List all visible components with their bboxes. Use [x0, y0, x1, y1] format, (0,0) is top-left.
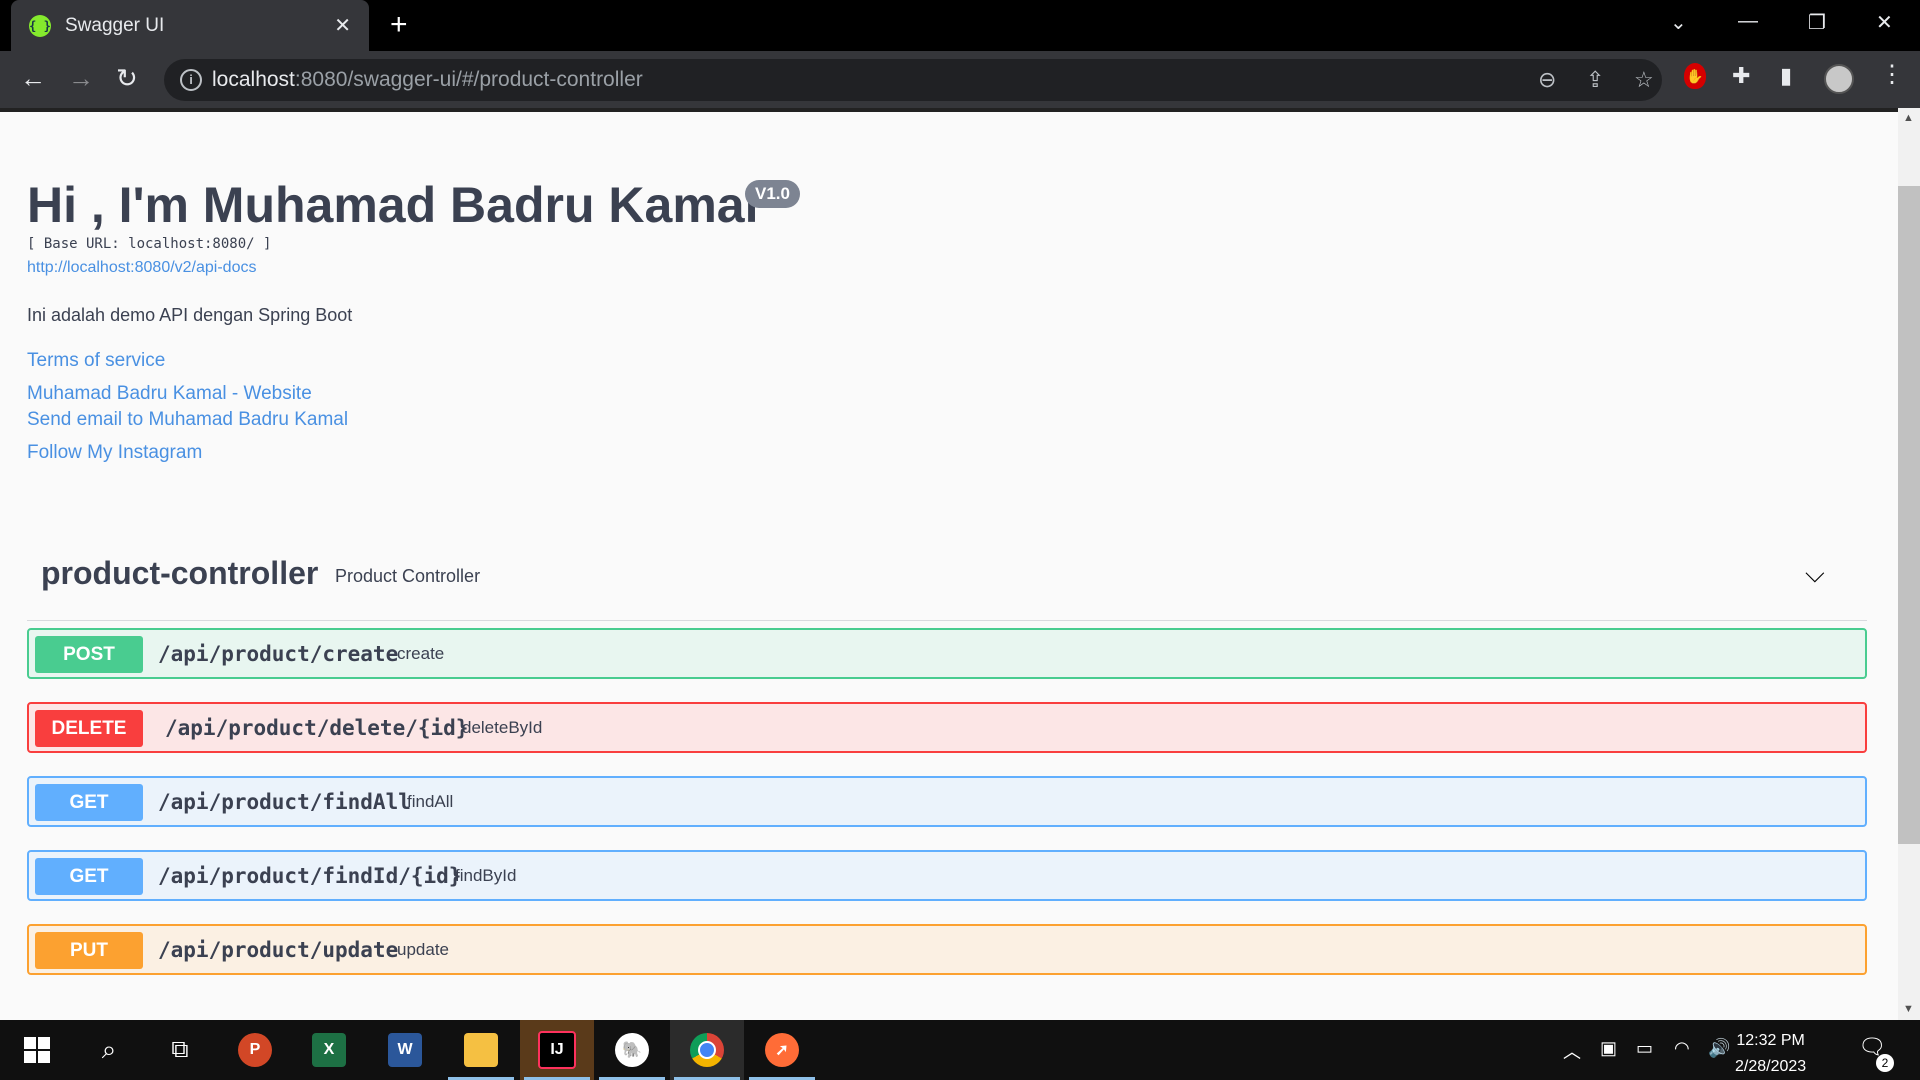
operation-summary: create	[397, 644, 445, 663]
collapse-chevron-icon[interactable]: ⌵	[1805, 558, 1825, 590]
taskbar-postman[interactable]: ➚	[745, 1020, 819, 1080]
start-button[interactable]	[0, 1020, 74, 1080]
browser-toolbar: ← → ↻ i localhost:8080/swagger-ui/#/prod…	[0, 51, 1920, 108]
folder-icon	[464, 1033, 498, 1067]
show-hidden-icons-chevron-icon[interactable]: ︿	[1563, 1038, 1581, 1064]
meet-now-icon[interactable]: ▣	[1600, 1038, 1617, 1059]
scrollbar-thumb[interactable]	[1898, 186, 1920, 844]
zoom-icon[interactable]: ⊖	[1538, 67, 1556, 93]
taskbar-word[interactable]: W	[368, 1020, 442, 1080]
instagram-link[interactable]: Follow My Instagram	[27, 442, 202, 464]
forward-arrow-icon[interactable]: →	[68, 63, 94, 94]
site-info-icon[interactable]: i	[180, 69, 202, 91]
windows-logo-icon	[24, 1037, 50, 1063]
word-icon: W	[388, 1033, 422, 1067]
windows-taskbar: ⌕ ⧉ P X W IJ 🐘 ➚ ︿ ▣ ▭ ◠ 🔊 12:32 PM 2/28…	[0, 1020, 1920, 1080]
operation-summary: deleteById	[462, 718, 543, 737]
api-docs-link[interactable]: http://localhost:8080/v2/api-docs	[27, 259, 256, 277]
url-host: localhost	[212, 68, 295, 91]
new-tab-button[interactable]: +	[390, 8, 408, 42]
website-link[interactable]: Muhamad Badru Kamal - Website	[27, 383, 312, 405]
tab-title: Swagger UI	[65, 14, 165, 36]
operation-path: /api/product/update	[158, 938, 399, 962]
search-icon[interactable]: ⌕	[72, 1020, 146, 1080]
taskbar-postgres[interactable]: 🐘	[595, 1020, 669, 1080]
chrome-icon	[690, 1033, 724, 1067]
taskbar-chrome[interactable]	[670, 1020, 744, 1080]
method-badge: GET	[35, 858, 143, 895]
controller-divider	[27, 620, 1867, 621]
reload-icon[interactable]: ↻	[116, 63, 138, 94]
side-panel-icon[interactable]: ▮	[1780, 63, 1792, 89]
swagger-topbar-edge	[0, 108, 1898, 112]
elephant-icon: 🐘	[615, 1033, 649, 1067]
postman-icon: ➚	[765, 1033, 799, 1067]
wifi-icon[interactable]: ◠	[1674, 1038, 1690, 1059]
profile-avatar[interactable]	[1824, 64, 1854, 94]
operation-get-find-by-id[interactable]: GET /api/product/findId/{id} findById	[27, 850, 1867, 901]
extensions-puzzle-icon[interactable]: ✚	[1732, 63, 1750, 89]
minimize-button[interactable]: —	[1738, 10, 1758, 33]
method-badge: DELETE	[35, 710, 143, 747]
operation-summary: findAll	[407, 792, 454, 811]
operation-summary: update	[397, 940, 449, 959]
clock-date: 2/28/2023	[1735, 1058, 1807, 1075]
tab-search-chevron-icon[interactable]: ⌄	[1670, 10, 1687, 35]
terms-of-service-link[interactable]: Terms of service	[27, 350, 165, 372]
browser-titlebar: { } Swagger UI ✕ + ⌄ — ❐ ✕	[0, 0, 1920, 51]
api-description: Ini adalah demo API dengan Spring Boot	[27, 305, 353, 325]
powerpoint-icon: P	[238, 1033, 272, 1067]
operation-summary: findById	[455, 866, 517, 885]
restore-button[interactable]: ❐	[1808, 10, 1826, 35]
intellij-icon: IJ	[538, 1031, 576, 1069]
controller-description: Product Controller	[335, 566, 481, 586]
taskbar-excel[interactable]: X	[292, 1020, 366, 1080]
close-window-button[interactable]: ✕	[1876, 10, 1893, 35]
scroll-up-arrow-icon[interactable]: ▲	[1903, 112, 1914, 124]
method-badge: POST	[35, 636, 143, 673]
operation-put-update[interactable]: PUT /api/product/update update	[27, 924, 1867, 975]
share-icon[interactable]: ⇪	[1586, 67, 1604, 93]
notification-count-badge: 2	[1876, 1054, 1894, 1072]
operation-path: /api/product/findAll	[158, 790, 411, 814]
method-badge: PUT	[35, 932, 143, 969]
api-title: Hi , I'm Muhamad Badru Kamal	[27, 177, 759, 233]
operation-get-find-all[interactable]: GET /api/product/findAll findAll	[27, 776, 1867, 827]
operation-path: /api/product/delete/{id}	[165, 716, 469, 740]
extension-red-hand-icon[interactable]: ✋	[1684, 63, 1706, 89]
excel-icon: X	[312, 1033, 346, 1067]
operation-post-create[interactable]: POST /api/product/create create	[27, 628, 1867, 679]
taskbar-powerpoint[interactable]: P	[218, 1020, 292, 1080]
method-badge: GET	[35, 784, 143, 821]
swagger-page: Hi , I'm Muhamad Badru Kamal V1.0 [ Base…	[0, 108, 1898, 1020]
email-link[interactable]: Send email to Muhamad Badru Kamal	[27, 409, 348, 431]
swagger-favicon-icon: { }	[29, 14, 51, 37]
system-clock[interactable]: 12:32 PM 2/28/2023	[1735, 1028, 1806, 1080]
scroll-down-arrow-icon[interactable]: ▼	[1903, 1003, 1914, 1015]
operation-delete-by-id[interactable]: DELETE /api/product/delete/{id} deleteBy…	[27, 702, 1867, 753]
browser-menu-icon[interactable]: ⋮	[1880, 60, 1904, 89]
operation-path: /api/product/findId/{id}	[158, 864, 462, 888]
taskbar-intellij[interactable]: IJ	[520, 1020, 594, 1080]
browser-tab[interactable]: { } Swagger UI ✕	[11, 0, 369, 51]
base-url: [ Base URL: localhost:8080/ ]	[27, 236, 272, 252]
clock-time: 12:32 PM	[1736, 1032, 1805, 1049]
operation-path: /api/product/create	[158, 642, 399, 666]
url-text[interactable]: localhost:8080/swagger-ui/#/product-cont…	[212, 68, 643, 92]
taskbar-file-explorer[interactable]	[444, 1020, 518, 1080]
volume-icon[interactable]: 🔊	[1708, 1038, 1730, 1059]
version-badge: V1.0	[745, 180, 800, 208]
back-arrow-icon[interactable]: ←	[20, 63, 46, 94]
tab-close-icon[interactable]: ✕	[334, 13, 351, 38]
address-bar[interactable]: i localhost:8080/swagger-ui/#/product-co…	[164, 59, 1662, 101]
url-path: :8080/swagger-ui/#/product-controller	[294, 68, 643, 91]
task-view-icon[interactable]: ⧉	[143, 1020, 217, 1080]
controller-name[interactable]: product-controller	[41, 555, 318, 592]
bookmark-star-icon[interactable]: ☆	[1634, 67, 1654, 93]
battery-icon[interactable]: ▭	[1636, 1038, 1653, 1059]
